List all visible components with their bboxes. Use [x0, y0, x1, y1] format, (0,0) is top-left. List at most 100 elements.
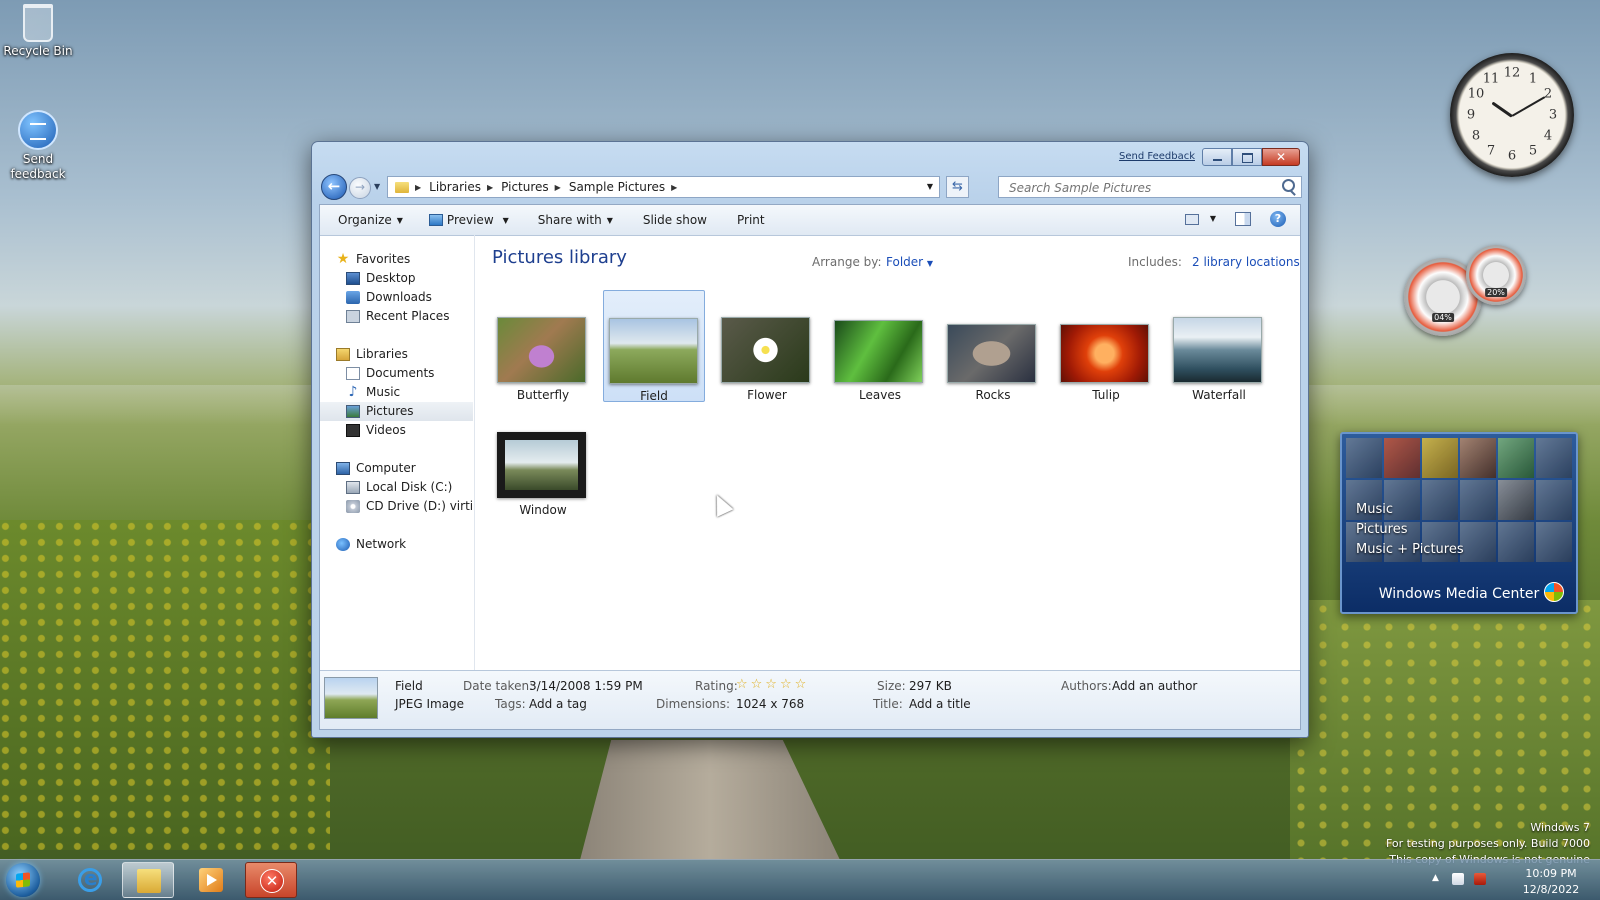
close-button[interactable]: [1262, 148, 1300, 166]
file-thumbnail[interactable]: Leaves: [829, 292, 931, 404]
breadcrumb-libraries[interactable]: Libraries: [429, 180, 481, 194]
nav-recent-places[interactable]: Recent Places: [346, 307, 449, 326]
clock-gadget[interactable]: 12 1 2 3 4 5 6 7 8 9 10 11: [1450, 53, 1574, 177]
help-icon[interactable]: ?: [1270, 211, 1286, 227]
forward-button[interactable]: →: [349, 177, 371, 199]
authors-value[interactable]: Add an author: [1112, 679, 1197, 693]
file-thumbnail[interactable]: Window: [492, 407, 594, 519]
change-view-icon[interactable]: [1185, 214, 1199, 225]
nav-computer[interactable]: Computer: [336, 459, 416, 478]
media-menu-pictures[interactable]: Pictures: [1356, 520, 1464, 540]
file-list-pane: Pictures library Arrange by: Folder ▼ In…: [474, 235, 1300, 671]
arrange-by-label: Arrange by:: [812, 255, 882, 269]
memory-meter-value: 20%: [1485, 288, 1507, 297]
media-center-gadget[interactable]: Music Pictures Music + Pictures Windows …: [1340, 432, 1578, 614]
breadcrumb-separator-icon[interactable]: ▶: [487, 183, 493, 192]
nav-videos[interactable]: Videos: [346, 421, 406, 440]
nav-label: Downloads: [366, 290, 432, 304]
send-feedback-link[interactable]: Send Feedback: [1119, 151, 1195, 162]
rocks-image: [947, 324, 1036, 383]
media-menu-music[interactable]: Music: [1356, 500, 1464, 520]
watermark-line: For testing purposes only. Build 7000: [1385, 837, 1590, 850]
nav-music[interactable]: ♪ Music: [346, 383, 401, 402]
breadcrumb-separator-icon[interactable]: ▶: [671, 183, 677, 192]
nav-libraries[interactable]: Libraries: [336, 345, 408, 364]
nav-label: Network: [356, 537, 407, 551]
windows-logo-icon: [1544, 582, 1564, 602]
action-center-flag-icon[interactable]: [1452, 873, 1464, 885]
taskbar-error-app[interactable]: ✕: [245, 862, 297, 898]
maximize-button[interactable]: [1232, 148, 1262, 166]
rating-stars[interactable]: ☆☆☆☆☆: [736, 677, 809, 692]
rating-label: Rating:: [695, 679, 738, 693]
share-with-button[interactable]: Share with ▼: [538, 213, 613, 227]
breadcrumb-pictures[interactable]: Pictures: [501, 180, 549, 194]
address-bar[interactable]: ▶ Libraries ▶ Pictures ▶ Sample Pictures…: [387, 176, 940, 198]
network-warning-icon[interactable]: [1474, 873, 1486, 885]
window-image: [497, 432, 586, 498]
nav-label: Computer: [356, 461, 416, 475]
file-thumbnail[interactable]: Rocks: [942, 292, 1044, 404]
nav-downloads[interactable]: Downloads: [346, 288, 432, 307]
recent-places-icon: [346, 310, 360, 323]
address-dropdown-icon[interactable]: ▼: [927, 182, 933, 191]
file-thumbnail[interactable]: Flower: [716, 292, 818, 404]
desktop-icon-label: Recycle Bin: [3, 44, 73, 58]
breadcrumb-separator-icon[interactable]: ▶: [555, 183, 561, 192]
file-name: Tulip: [1092, 388, 1120, 402]
preview-pane-icon[interactable]: [1235, 212, 1251, 226]
view-dropdown-icon[interactable]: ▼: [1210, 214, 1216, 223]
size-value: 297 KB: [909, 679, 952, 693]
nav-documents[interactable]: Documents: [346, 364, 434, 383]
nav-desktop[interactable]: Desktop: [346, 269, 416, 288]
chevron-down-icon: ▼: [926, 259, 934, 268]
flower-image: [721, 317, 810, 383]
file-thumbnail[interactable]: Waterfall: [1168, 292, 1270, 404]
media-center-menu: Music Pictures Music + Pictures: [1356, 500, 1464, 560]
organize-button[interactable]: Organize ▼: [338, 213, 403, 227]
minimize-button[interactable]: [1202, 148, 1232, 166]
file-thumbnail[interactable]: Butterfly: [492, 292, 594, 404]
media-menu-music-pictures[interactable]: Music + Pictures: [1356, 540, 1464, 560]
nav-pictures[interactable]: Pictures: [320, 402, 473, 421]
memory-meter-gadget[interactable]: 20%: [1466, 245, 1526, 305]
clock-minute-hand: [1511, 96, 1546, 117]
clock-number: 2: [1543, 86, 1553, 102]
computer-icon: [336, 462, 350, 475]
arrange-by-dropdown[interactable]: Folder ▼: [886, 255, 933, 269]
desktop-icon-send-feedback[interactable]: Send feedback: [3, 110, 73, 182]
start-button[interactable]: [6, 863, 40, 897]
taskbar-explorer[interactable]: [122, 862, 174, 898]
file-thumbnail-selected[interactable]: Field: [603, 290, 705, 403]
waterfall-image: [1173, 317, 1262, 383]
title-bar[interactable]: Send Feedback: [312, 142, 1308, 170]
library-locations-link[interactable]: 2 library locations: [1192, 255, 1300, 269]
file-thumbnail[interactable]: Tulip: [1055, 292, 1157, 404]
taskbar-internet-explorer[interactable]: [64, 862, 116, 898]
back-button[interactable]: ←: [321, 174, 347, 200]
history-dropdown-icon[interactable]: ▼: [374, 182, 380, 191]
nav-cd-drive[interactable]: CD Drive (D:) virtio-w: [346, 497, 473, 516]
media-center-brand: Windows Media Center: [1378, 586, 1540, 602]
show-hidden-icons-icon[interactable]: ▲: [1432, 873, 1444, 885]
tray-clock[interactable]: 10:09 PM 12/8/2022: [1516, 866, 1586, 898]
tags-value[interactable]: Add a tag: [529, 697, 587, 711]
title-value[interactable]: Add a title: [909, 697, 971, 711]
field-image: [609, 318, 698, 384]
nav-favorites[interactable]: ★ Favorites: [336, 250, 411, 269]
desktop-icon-recycle-bin[interactable]: Recycle Bin: [3, 4, 73, 59]
search-box[interactable]: [998, 176, 1302, 198]
slide-show-button[interactable]: Slide show: [643, 213, 707, 227]
breadcrumb-separator-icon[interactable]: ▶: [415, 183, 421, 192]
print-button[interactable]: Print: [737, 213, 765, 227]
search-icon[interactable]: [1282, 179, 1295, 192]
taskbar-media-player[interactable]: [185, 862, 237, 898]
search-input[interactable]: [1007, 178, 1281, 198]
star-icon: ★: [336, 251, 350, 267]
preview-button[interactable]: Preview ▼: [428, 213, 509, 227]
refresh-button[interactable]: ⇆: [946, 176, 969, 198]
nav-local-disk[interactable]: Local Disk (C:): [346, 478, 452, 497]
breadcrumb-sample-pictures[interactable]: Sample Pictures: [569, 180, 665, 194]
nav-network[interactable]: Network: [336, 535, 406, 554]
date-taken-value[interactable]: 3/14/2008 1:59 PM: [529, 679, 643, 693]
